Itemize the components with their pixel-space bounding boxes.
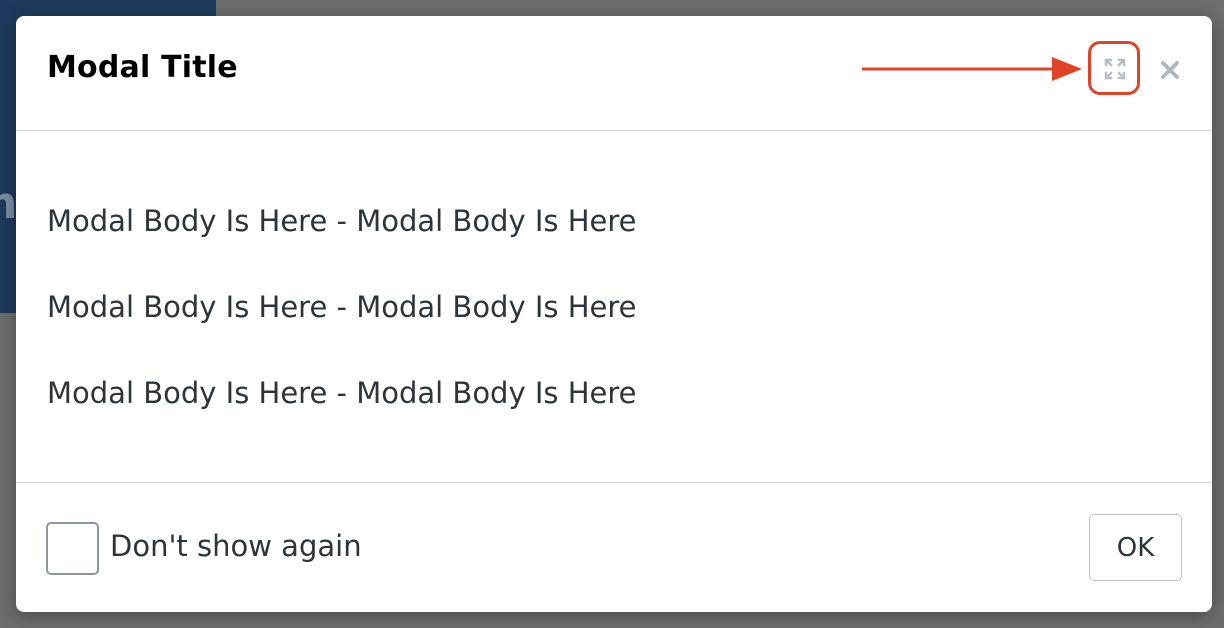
close-icon: [1161, 61, 1179, 79]
modal-dialog: Modal Title Modal Body Is Here - Modal B…: [16, 16, 1212, 612]
ok-button[interactable]: OK: [1089, 514, 1182, 581]
annotation-arrow: [862, 57, 1082, 81]
modal-body: Modal Body Is Here - Modal Body Is Here …: [16, 131, 1212, 483]
modal-header: Modal Title: [16, 16, 1212, 131]
body-text-line: Modal Body Is Here - Modal Body Is Here: [47, 376, 637, 410]
dont-show-again-label[interactable]: Don't show again: [110, 529, 362, 563]
dont-show-again-checkbox[interactable]: [46, 522, 99, 575]
modal-title: Modal Title: [47, 50, 238, 85]
close-button[interactable]: [1158, 58, 1182, 82]
body-text-line: Modal Body Is Here - Modal Body Is Here: [47, 290, 637, 324]
body-text-line: Modal Body Is Here - Modal Body Is Here: [47, 204, 637, 238]
maximize-button[interactable]: [1088, 41, 1140, 95]
modal-footer: Don't show again OK: [16, 483, 1212, 612]
maximize-icon: [1104, 58, 1126, 80]
